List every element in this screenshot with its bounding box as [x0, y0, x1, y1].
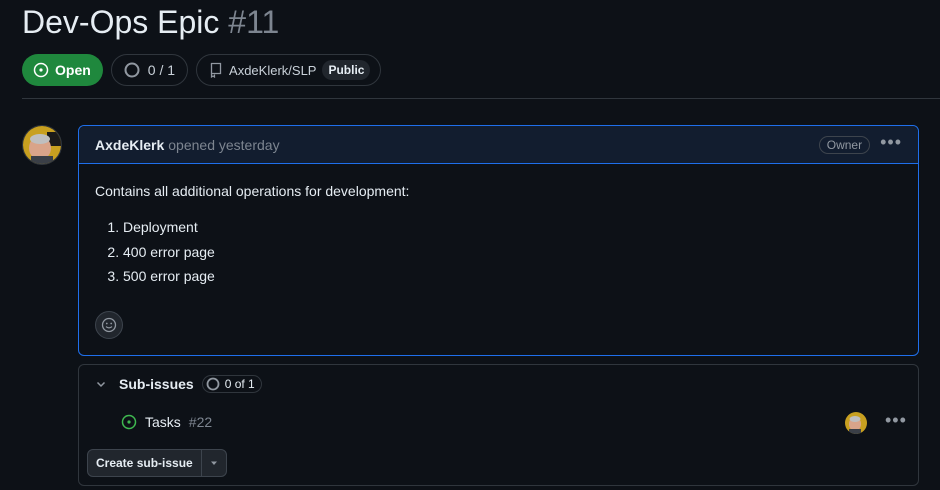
comment-options-kebab-icon[interactable]: •••	[880, 133, 902, 153]
issue-title: Dev-Ops Epic #11	[22, 2, 279, 42]
state-label: Open	[55, 62, 91, 78]
list-item: 400 error page	[123, 240, 902, 265]
progress-circle-icon	[124, 62, 140, 78]
smiley-icon	[101, 317, 117, 333]
visibility-badge: Public	[322, 60, 371, 80]
issue-number: #11	[228, 4, 280, 40]
comment-header: AxdeKlerk opened yesterday Owner •••	[79, 126, 918, 164]
create-sub-issue-button[interactable]: Create sub-issue	[88, 450, 202, 476]
assignee-avatar[interactable]	[845, 412, 867, 434]
add-reaction-button[interactable]	[95, 311, 123, 339]
list-item: Deployment	[123, 215, 902, 240]
issue-opened-icon	[121, 414, 137, 430]
progress-pill[interactable]: 0 / 1	[110, 54, 189, 86]
sub-issues-title: Sub-issues	[119, 376, 194, 392]
triangle-down-icon	[210, 461, 217, 465]
comment-author-link[interactable]: AxdeKlerk	[95, 137, 164, 153]
owner-badge: Owner	[818, 135, 871, 154]
sub-issue-item[interactable]: Tasks #22	[121, 414, 212, 430]
repo-icon	[210, 62, 222, 78]
sub-issue-title[interactable]: Tasks	[145, 414, 181, 430]
sub-issues-header[interactable]: Sub-issues 0 of 1	[95, 375, 262, 393]
avatar-image	[845, 412, 867, 434]
open-state-badge: Open	[22, 54, 103, 86]
create-sub-issue-dropdown[interactable]	[202, 450, 226, 476]
sub-issues-panel: Sub-issues 0 of 1 Tasks #22 ••• Create s…	[78, 364, 919, 486]
comment-body: Contains all additional operations for d…	[79, 164, 918, 305]
issue-meta-row: Open 0 / 1 AxdeKlerk/SLP Public	[22, 54, 382, 86]
progress-text: 0 / 1	[147, 62, 176, 78]
chevron-down-icon[interactable]	[95, 378, 107, 390]
sub-issues-count: 0 of 1	[224, 377, 255, 391]
repo-name: AxdeKlerk/SLP	[229, 62, 317, 78]
sub-issue-number: #22	[188, 414, 213, 430]
avatar-image	[23, 126, 61, 164]
header-divider	[22, 98, 940, 99]
sub-issues-count-badge: 0 of 1	[201, 375, 262, 393]
comment-intro: Contains all additional operations for d…	[95, 183, 410, 199]
comment-timestamp[interactable]: opened yesterday	[168, 137, 279, 153]
repository-pill[interactable]: AxdeKlerk/SLP Public	[196, 54, 382, 86]
issue-title-text: Dev-Ops Epic	[22, 4, 220, 40]
issue-opened-icon	[33, 62, 49, 78]
author-avatar[interactable]	[22, 125, 62, 165]
issue-description-comment: AxdeKlerk opened yesterday Owner ••• Con…	[78, 125, 919, 356]
comment-list: Deployment 400 error page 500 error page	[95, 215, 902, 289]
progress-circle-icon	[206, 377, 220, 391]
list-item: 500 error page	[123, 264, 902, 289]
sub-issue-options-kebab-icon[interactable]: •••	[885, 411, 907, 429]
create-sub-issue-button-group: Create sub-issue	[87, 449, 227, 477]
